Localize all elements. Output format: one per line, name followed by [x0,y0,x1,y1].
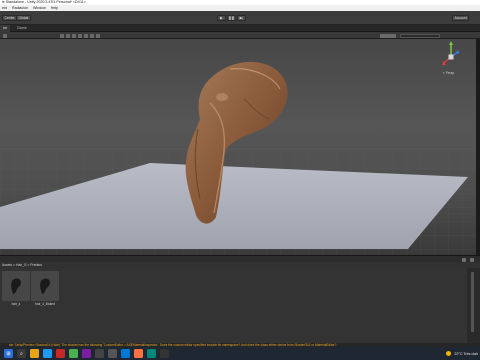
app-icon-blue[interactable] [121,349,130,358]
2d-toggle-icon[interactable] [60,33,64,38]
main-toolbar: Center Global ▶ ❚❚ ▶| Account [0,11,480,25]
asset-hair-4[interactable]: hair_4 [2,271,30,311]
tab-game-label: Game [17,26,27,30]
asset-hair-4-baked[interactable]: hair_4_Baked [31,271,59,311]
account-label: Account [454,16,467,20]
app-icon-purple[interactable] [82,349,91,358]
pause-button[interactable]: ❚❚ [227,15,236,21]
viewport-edge [476,39,480,255]
project-window-header [0,255,480,262]
chrome-icon[interactable] [69,349,78,358]
scene-toolbar [0,32,480,39]
perspective-label[interactable]: < Persp [443,71,454,75]
audio-toggle-icon[interactable] [72,33,76,38]
step-icon: ▶| [239,16,244,20]
project-scrollbar[interactable] [467,268,480,343]
unity-hub-icon[interactable] [95,349,104,358]
system-tray: 22°C Très clair [446,347,478,360]
lighting-toggle-icon[interactable] [66,33,70,38]
play-button[interactable]: ▶ [217,15,226,21]
asset-thumbnail [2,271,30,301]
asset-thumbnail [31,271,59,301]
effects-toggle-icon[interactable] [78,33,82,38]
weather-icon[interactable] [446,351,452,356]
edge-icon[interactable] [43,349,52,358]
asset-label: hair_4_Baked [35,302,55,306]
step-button[interactable]: ▶| [237,15,246,21]
shading-mode-icon[interactable] [3,33,7,38]
global-label: Global [18,16,29,20]
account-button[interactable]: Account [452,15,470,21]
app-icon-dark[interactable] [160,349,169,358]
pivot-rotation-button[interactable]: Global [16,15,31,21]
orientation-gizmo[interactable] [440,39,462,75]
app-icon-orange[interactable] [134,349,143,358]
app-icon-red[interactable] [56,349,65,358]
taskbar: ⊞ ⌕ [0,347,480,360]
unity-editor-icon[interactable] [108,349,117,358]
tab-scene-label: ne [3,26,7,30]
pause-icon: ❚❚ [228,16,235,20]
gizmos-icon[interactable] [96,33,100,38]
start-icon[interactable]: ⊞ [4,349,13,358]
playback-controls: ▶ ❚❚ ▶| [217,15,246,21]
app-icon-teal[interactable] [147,349,156,358]
pivot-mode-button[interactable]: Center [2,15,18,21]
asset-label: hair_4 [11,302,21,306]
play-icon: ▶ [220,16,223,20]
lock-icon[interactable] [462,257,466,262]
center-label: Center [4,16,15,20]
scene-viewport[interactable] [0,39,476,255]
scene-search-input[interactable] [400,33,440,38]
weather-text[interactable]: 22°C Très clair [454,352,478,356]
tab-scene[interactable]: ne [0,25,10,32]
menu-icon[interactable] [470,257,474,262]
project-asset-area [0,268,467,343]
scene-render [0,61,476,255]
view-tab-bar: ne Game [0,25,480,32]
camera-icon[interactable] [90,33,94,38]
search-icon[interactable]: ⌕ [17,349,26,358]
tab-game[interactable]: Game [14,25,30,32]
hidden-objects-icon[interactable] [84,33,88,38]
gizmos-dropdown[interactable] [380,33,396,38]
file-explorer-icon[interactable] [30,349,39,358]
